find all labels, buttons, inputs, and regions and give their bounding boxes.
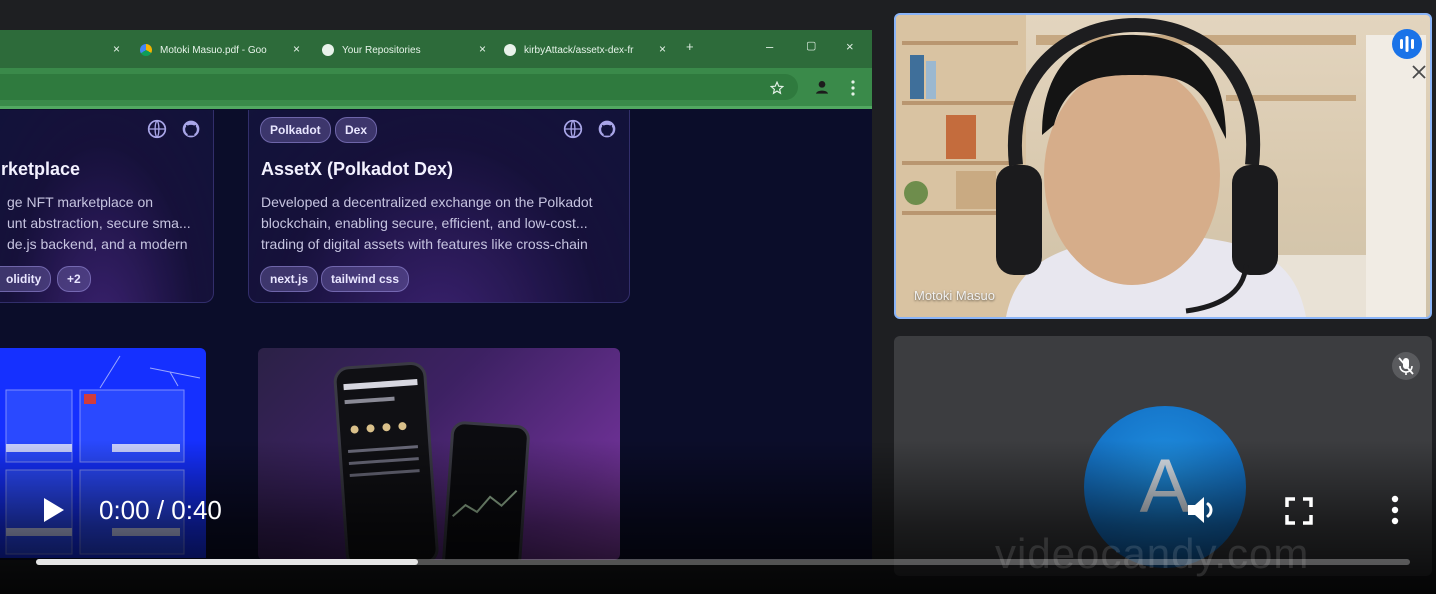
watermark: videocandy.com (995, 530, 1310, 577)
tech-tag: tailwind css (321, 266, 410, 292)
card-desc-line: ge NFT marketplace on (7, 194, 154, 210)
browser-menu-icon[interactable] (850, 80, 856, 96)
speaking-indicator-icon (1392, 29, 1422, 59)
browser-toolbar (0, 68, 872, 106)
minimize-button[interactable]: – (766, 39, 773, 54)
project-card-nft-marketplace[interactable]: rketplace ge NFT marketplace on unt abst… (0, 110, 214, 303)
more-options-button[interactable] (1380, 494, 1410, 526)
github-icon (322, 44, 334, 56)
tab-close-icon[interactable]: × (293, 42, 300, 56)
volume-button[interactable] (1186, 494, 1220, 526)
progress-fill (36, 559, 418, 565)
tab-close-icon[interactable]: × (113, 42, 120, 56)
tab-label: kirbyAttack/assetx-dex-fr (524, 44, 634, 56)
browser-tab-assetx[interactable]: kirbyAttack/assetx-dex-fr × (504, 36, 666, 64)
volume-icon (1188, 497, 1213, 523)
participant-name-label: Motoki Masuo (914, 288, 995, 303)
globe-icon[interactable] (563, 119, 583, 139)
project-card-assetx[interactable]: Polkadot Dex AssetX (Polkadot Dex) Devel… (248, 110, 630, 303)
github-icon[interactable] (181, 119, 201, 139)
globe-icon[interactable] (147, 119, 167, 139)
browser-tab-repositories[interactable]: Your Repositories × (322, 36, 486, 64)
new-tab-button[interactable]: + (686, 39, 694, 54)
browser-tab-pdf[interactable]: Motoki Masuo.pdf - Goo × (140, 36, 300, 64)
card-desc-line: Developed a decentralized exchange on th… (261, 194, 593, 210)
restore-button[interactable]: ▢ (806, 39, 816, 52)
tab-close-icon[interactable]: × (659, 42, 666, 56)
mic-muted-icon (1392, 352, 1420, 380)
toolbar-border (0, 106, 872, 109)
card-title: rketplace (1, 159, 81, 179)
more-vertical-icon (1391, 495, 1399, 525)
card-desc-line: unt abstraction, secure sma... (7, 215, 191, 231)
card-title: AssetX (Polkadot Dex) (261, 159, 454, 179)
card-desc-line: de.js backend, and a modern (7, 236, 188, 252)
tech-tag: olidity (0, 266, 52, 292)
participant-video-tile[interactable]: Motoki Masuo (894, 13, 1432, 319)
category-tag: Polkadot (260, 117, 331, 143)
tab-close-icon[interactable]: × (479, 42, 486, 56)
browser-tab-partial[interactable]: × (0, 36, 120, 64)
github-icon[interactable] (597, 119, 617, 139)
tech-tag: next.js (260, 266, 319, 292)
drive-icon (140, 44, 152, 56)
tech-tag-more[interactable]: +2 (57, 266, 91, 292)
window-close-button[interactable]: × (846, 39, 854, 54)
play-button[interactable] (38, 494, 70, 526)
category-tag: Dex (335, 117, 378, 143)
fullscreen-button[interactable] (1284, 496, 1314, 526)
address-bar[interactable] (0, 74, 798, 100)
browser-tab-bar: × Motoki Masuo.pdf - Goo × Your Reposito… (0, 30, 872, 68)
play-icon (44, 498, 64, 522)
progress-bar[interactable] (36, 559, 1410, 565)
tab-label: Motoki Masuo.pdf - Goo (160, 44, 267, 56)
participant-video-frame (896, 15, 1426, 317)
bookmark-star-icon[interactable] (770, 81, 784, 95)
pin-icon[interactable] (1410, 63, 1428, 81)
tab-label: Your Repositories (342, 44, 421, 56)
github-icon (504, 44, 516, 56)
card-desc-line: blockchain, enabling secure, efficient, … (261, 215, 588, 231)
profile-icon[interactable] (814, 79, 830, 95)
card-desc-line: trading of digital assets with features … (261, 236, 588, 252)
fullscreen-icon (1285, 497, 1313, 525)
time-display: 0:00 / 0:40 (99, 495, 222, 525)
